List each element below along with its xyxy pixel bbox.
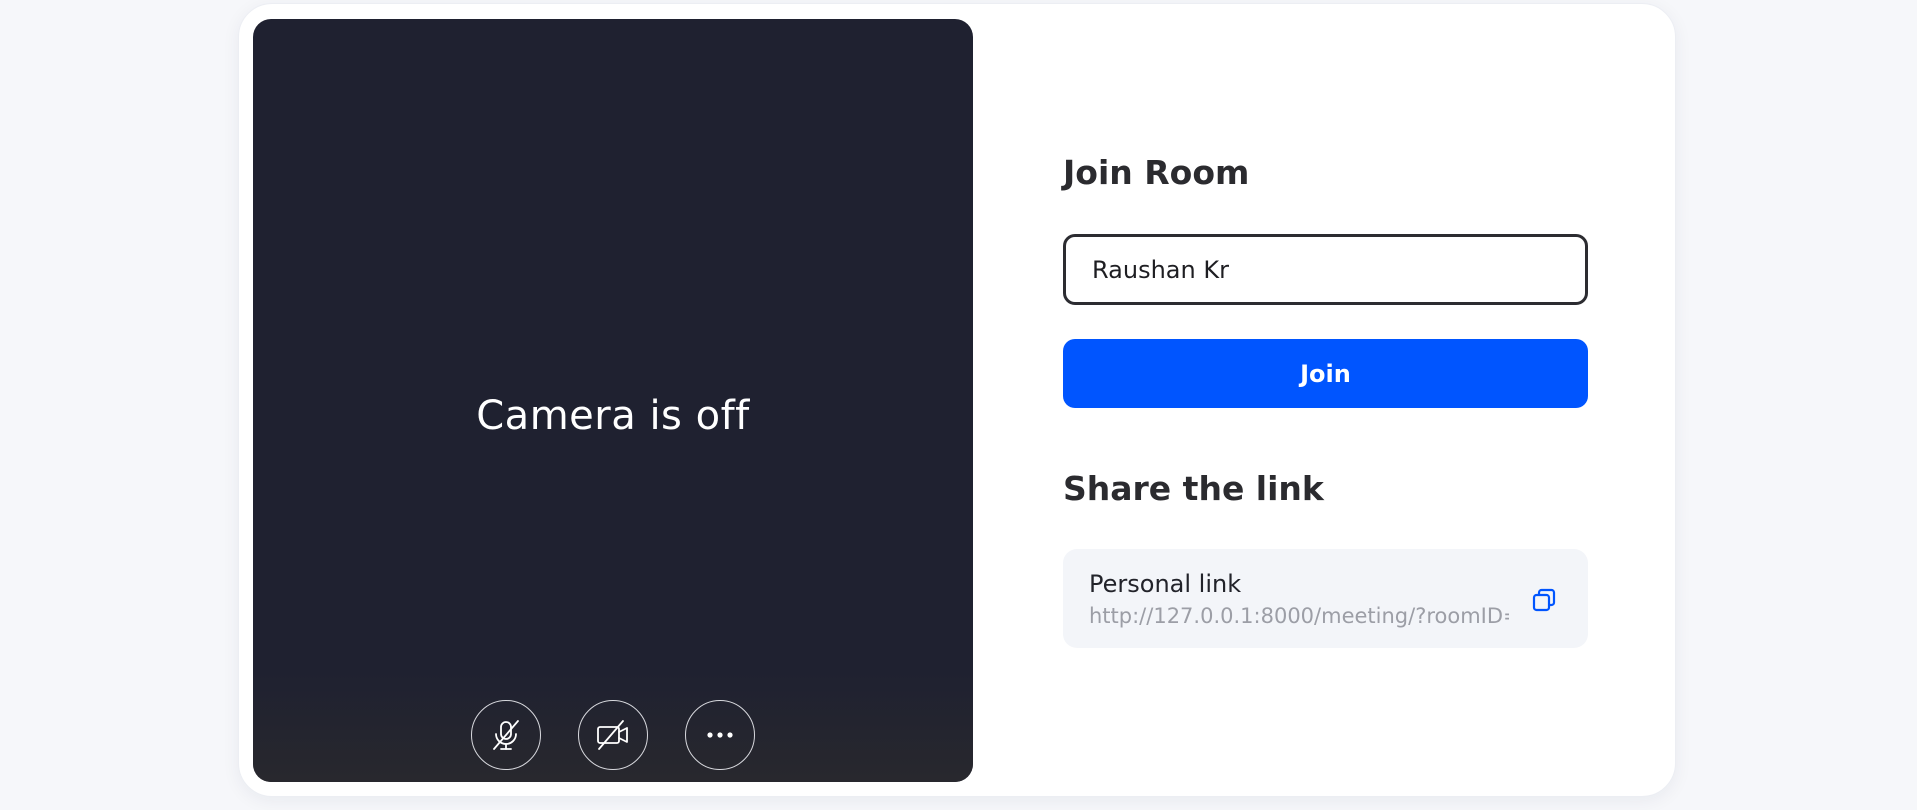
copy-icon bbox=[1532, 588, 1556, 612]
more-options-button[interactable] bbox=[685, 700, 755, 770]
personal-link-label: Personal link bbox=[1089, 570, 1242, 598]
camera-preview: Camera is off bbox=[253, 19, 973, 782]
mic-off-icon bbox=[493, 720, 519, 750]
join-button[interactable]: Join bbox=[1063, 339, 1588, 408]
name-input[interactable] bbox=[1063, 234, 1588, 305]
camera-off-icon bbox=[597, 720, 628, 750]
mic-toggle-button[interactable] bbox=[471, 700, 541, 770]
more-options-icon bbox=[707, 732, 733, 738]
camera-status-text: Camera is off bbox=[476, 393, 750, 439]
join-room-title: Join Room bbox=[1063, 153, 1250, 192]
personal-link-box: Personal link http://127.0.0.1:8000/meet… bbox=[1063, 549, 1588, 648]
camera-toggle-button[interactable] bbox=[578, 700, 648, 770]
copy-link-button[interactable] bbox=[1530, 586, 1558, 614]
media-controls bbox=[253, 700, 973, 770]
personal-link-url: http://127.0.0.1:8000/meeting/?roomID= bbox=[1089, 604, 1509, 628]
share-link-title: Share the link bbox=[1063, 469, 1324, 508]
